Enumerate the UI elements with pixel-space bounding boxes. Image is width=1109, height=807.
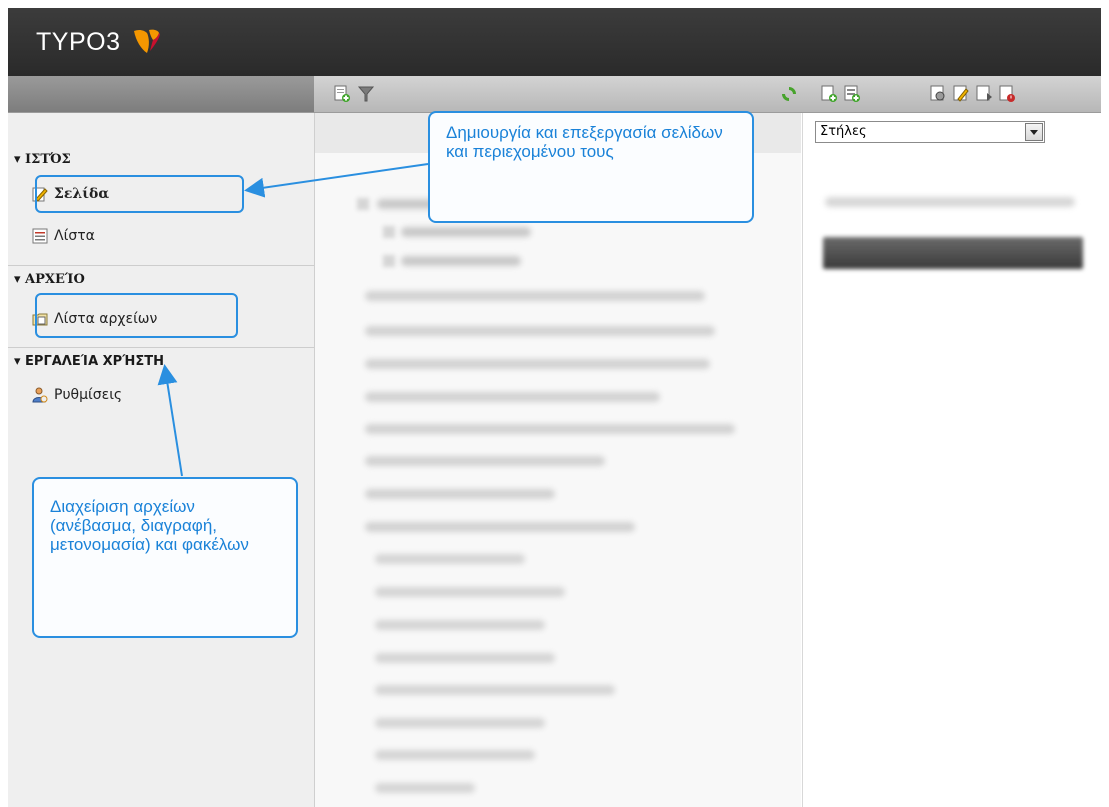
callout-page-module: Δημιουργία και επεξεργασία σελίδων και π… (428, 111, 754, 223)
callout-filelist-module: Διαχείριση αρχείων (ανέβασμα, διαγραφή, … (32, 477, 298, 638)
tree-node[interactable] (365, 359, 710, 369)
tree-node[interactable] (365, 291, 705, 301)
columns-select-value: Στήλες (820, 124, 867, 139)
group-web-header[interactable]: ▾ ΙΣΤΌΣ (14, 152, 71, 167)
tree-node-icon (383, 226, 395, 238)
tree-node[interactable] (375, 653, 555, 663)
tree-node[interactable] (365, 522, 635, 532)
content-pane: Στήλες (802, 113, 1102, 807)
tree-node[interactable] (375, 750, 535, 760)
tree-node[interactable] (365, 456, 605, 466)
filter-icon[interactable] (357, 85, 375, 103)
tree-node[interactable] (375, 554, 525, 564)
tree-node[interactable] (375, 718, 545, 728)
blurred-content-bar (823, 237, 1083, 269)
highlight-filelist-module (35, 293, 238, 338)
group-divider (8, 265, 314, 266)
module-list-label: Λίστα (54, 228, 95, 244)
refresh-icon[interactable] (780, 85, 798, 103)
new-page-icon[interactable] (333, 85, 351, 103)
columns-select[interactable]: Στήλες (815, 121, 1045, 143)
tree-node[interactable] (375, 783, 475, 793)
module-user-settings-label: Ρυθμίσεις (54, 387, 123, 403)
tree-node-icon (357, 198, 369, 210)
blurred-content-header (825, 197, 1075, 207)
move-page-icon[interactable] (975, 85, 993, 103)
tree-node-icon (383, 255, 395, 267)
user-settings-icon (32, 387, 48, 403)
tree-node[interactable] (365, 424, 735, 434)
tree-node[interactable] (365, 326, 715, 336)
tree-node[interactable] (401, 227, 531, 237)
group-divider (8, 347, 314, 348)
tree-node[interactable] (375, 587, 565, 597)
group-file-header[interactable]: ▾ ΑΡΧΕΊΟ (14, 272, 85, 287)
typo3-logo-icon (134, 29, 160, 53)
view-page-icon[interactable] (929, 85, 947, 103)
edit-page-icon[interactable] (952, 85, 970, 103)
page-history-icon[interactable] (998, 85, 1016, 103)
list-icon (32, 228, 48, 244)
module-user-settings[interactable]: Ρυθμίσεις (32, 387, 122, 403)
tree-node[interactable] (375, 685, 615, 695)
module-list[interactable]: Λίστα (32, 228, 95, 244)
new-content-icon[interactable] (843, 85, 861, 103)
group-user-tools-header[interactable]: ▾ ΕΡΓΑΛΕΊΑ ΧΡΉΣΤΗ (14, 354, 164, 369)
top-header: TYPO3 (8, 8, 1101, 76)
module-menu-header (8, 76, 314, 112)
module-menu (8, 113, 315, 807)
tree-node[interactable] (375, 620, 545, 630)
typo3-logo-text: TYPO3 (36, 28, 121, 56)
tree-node[interactable] (401, 256, 521, 266)
tree-node[interactable] (365, 392, 660, 402)
chevron-down-icon[interactable] (1025, 123, 1043, 141)
new-record-icon[interactable] (820, 85, 838, 103)
tree-node[interactable] (365, 489, 555, 499)
highlight-page-module (35, 175, 244, 213)
